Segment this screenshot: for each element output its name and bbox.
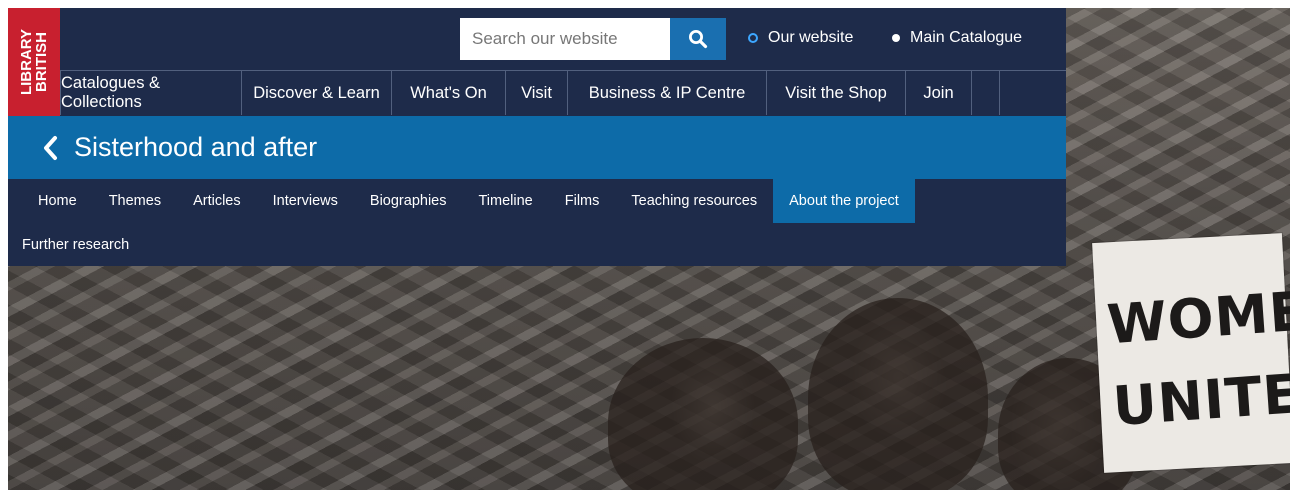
radio-selected-icon	[748, 33, 758, 43]
scope-radio-our-website[interactable]: Our website	[748, 29, 853, 47]
scope-radio-main-catalogue[interactable]: Main Catalogue	[892, 29, 1022, 47]
scope-label: Our website	[768, 29, 854, 46]
scope-label: Main Catalogue	[910, 29, 1023, 46]
main-nav-item[interactable]: Visit	[506, 71, 568, 115]
placard-line-1: WOMEN	[1105, 276, 1290, 357]
radio-unselected-icon	[892, 34, 900, 42]
hero-figure-middle	[808, 298, 988, 490]
placard-text: WOMEN UNITE	[1104, 272, 1290, 448]
main-nav: Catalogues & Collections Discover & Lear…	[60, 70, 1066, 116]
sub-nav-item-about-the-project[interactable]: About the project	[773, 179, 915, 223]
british-library-logo[interactable]: LIBRARY BRITISH	[8, 8, 60, 116]
logo-line-1: LIBRARY	[18, 28, 36, 96]
main-nav-item[interactable]: What's On	[392, 71, 506, 115]
page-title[interactable]: Sisterhood and after	[74, 132, 317, 163]
sub-nav-item-interviews[interactable]: Interviews	[257, 179, 354, 223]
search-button[interactable]	[670, 18, 726, 60]
main-nav-item[interactable]: Catalogues & Collections	[60, 71, 242, 115]
logo-line-2: BRITISH	[33, 32, 51, 93]
sub-nav-item-themes[interactable]: Themes	[93, 179, 177, 223]
sub-nav-item-further-research[interactable]: Further research	[8, 223, 145, 267]
main-nav-item[interactable]: Join	[906, 71, 972, 115]
logo-wordmark: LIBRARY BRITISH	[18, 28, 51, 96]
sub-nav-item-biographies[interactable]: Biographies	[354, 179, 463, 223]
section-sub-nav: Home Themes Articles Interviews Biograph…	[8, 179, 1066, 266]
main-nav-item[interactable]: Visit the Shop	[767, 71, 906, 115]
sub-nav-item-teaching-resources[interactable]: Teaching resources	[615, 179, 773, 223]
search-input[interactable]	[460, 18, 670, 60]
page-frame: WOMEN UNITE LIBRARY BRITISH Our website …	[8, 8, 1290, 490]
sub-nav-item-films[interactable]: Films	[549, 179, 616, 223]
sub-nav-item-timeline[interactable]: Timeline	[462, 179, 548, 223]
back-button[interactable]	[42, 133, 64, 163]
search-icon	[689, 30, 708, 49]
sub-nav-item-home[interactable]: Home	[22, 179, 93, 223]
sub-nav-item-articles[interactable]: Articles	[177, 179, 257, 223]
placard-line-2: UNITE	[1110, 362, 1290, 439]
main-nav-spacer	[972, 71, 1000, 115]
main-nav-item[interactable]: Discover & Learn	[242, 71, 392, 115]
main-nav-item[interactable]: Business & IP Centre	[568, 71, 767, 115]
hero-figure-left	[608, 338, 798, 490]
section-title-bar: Sisterhood and after	[8, 116, 1066, 179]
chevron-left-icon	[44, 135, 57, 160]
